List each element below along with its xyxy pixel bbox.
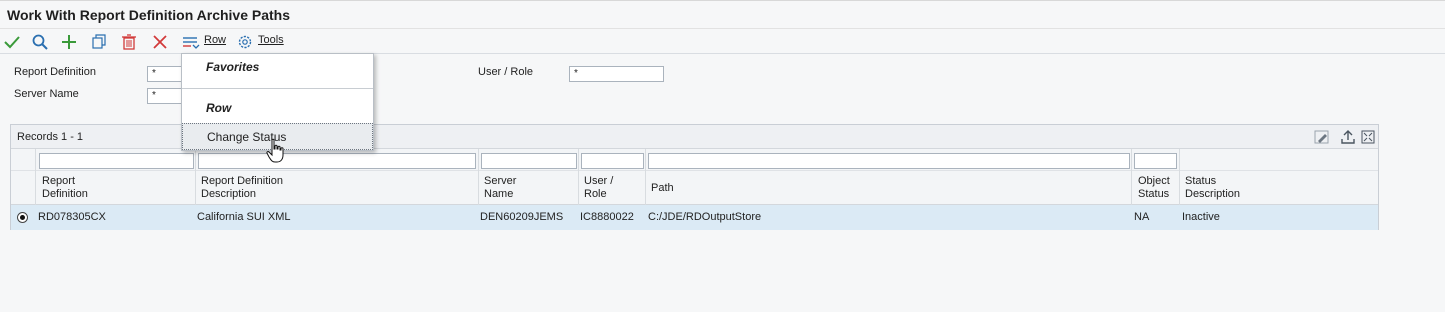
records-count: Records 1 - 1 <box>17 131 84 143</box>
title-bar: Work With Report Definition Archive Path… <box>0 0 1445 29</box>
user-role-field[interactable]: * <box>569 66 664 82</box>
column-header-row: Report Definition Report Definition Descri… <box>11 171 1378 205</box>
cell-report-description: California SUI XML <box>197 211 291 223</box>
column-header-server-name[interactable]: Server Name <box>484 175 516 201</box>
cell-path: C:/JDE/RDOutputStore <box>648 211 762 223</box>
cell-status-description: Inactive <box>1182 211 1220 223</box>
column-header-report-description[interactable]: Report Definition Description <box>201 175 283 201</box>
table-row[interactable]: RD078305CX California SUI XML DEN60209JE… <box>11 205 1378 230</box>
row-menu-label: Row <box>204 34 227 46</box>
cell-report-definition[interactable]: RD078305CX <box>38 211 106 223</box>
row-menu-dropdown: Favorites Row Change Status <box>181 53 374 151</box>
filter-object-status[interactable] <box>1134 153 1177 169</box>
column-header-object-status[interactable]: Object Status <box>1138 175 1170 201</box>
column-divider <box>478 149 479 206</box>
cell-user-role: IC8880022 <box>580 211 634 223</box>
filter-row <box>11 149 1378 171</box>
search-icon[interactable] <box>31 33 51 51</box>
column-divider <box>195 149 196 206</box>
filter-report-definition[interactable] <box>39 153 194 169</box>
report-definition-label: Report Definition <box>14 66 96 78</box>
plus-icon[interactable] <box>60 33 80 51</box>
column-divider <box>1131 149 1132 206</box>
user-role-label: User / Role <box>478 66 534 78</box>
column-header-status-description[interactable]: Status Description <box>1185 175 1240 201</box>
column-header-user-role[interactable]: User / Role <box>584 175 613 201</box>
filter-report-description[interactable] <box>198 153 476 169</box>
page-title: Work With Report Definition Archive Path… <box>7 7 291 23</box>
close-icon[interactable] <box>151 33 171 51</box>
gear-icon[interactable] <box>236 33 256 51</box>
menu-heading-favorites[interactable]: Favorites <box>206 60 259 74</box>
maximize-grid-icon[interactable] <box>1359 128 1377 146</box>
row-menu-icon[interactable] <box>181 33 201 51</box>
column-header-path[interactable]: Path <box>651 182 674 195</box>
checkmark-icon[interactable] <box>3 33 23 51</box>
column-divider <box>645 149 646 206</box>
column-divider <box>1179 149 1180 206</box>
filter-server-name[interactable] <box>481 153 577 169</box>
cell-server-name: DEN60209JEMS <box>480 211 564 223</box>
hand-cursor-icon <box>266 138 288 164</box>
server-name-label: Server Name <box>14 88 79 100</box>
export-icon[interactable] <box>1339 128 1357 146</box>
edit-grid-icon[interactable] <box>1313 128 1331 146</box>
column-header-report-definition[interactable]: Report Definition <box>42 175 88 201</box>
column-divider <box>578 149 579 206</box>
trash-icon[interactable] <box>120 33 140 51</box>
report-definition-field[interactable]: * <box>147 66 183 82</box>
menu-heading-row: Row <box>206 101 232 115</box>
column-divider <box>35 149 36 206</box>
filter-path[interactable] <box>648 153 1130 169</box>
tools-menu-label: Tools <box>258 34 284 46</box>
row-select-radio[interactable] <box>17 212 28 223</box>
filter-user-role[interactable] <box>581 153 644 169</box>
server-name-field[interactable]: * <box>147 88 183 104</box>
row-menu-button[interactable]: Row <box>204 34 226 46</box>
tools-menu-button[interactable]: Tools <box>258 34 284 46</box>
menu-divider <box>182 88 373 89</box>
copy-icon[interactable] <box>90 33 110 51</box>
cell-object-status: NA <box>1134 211 1150 223</box>
toolbar: Row Tools <box>0 30 1445 54</box>
